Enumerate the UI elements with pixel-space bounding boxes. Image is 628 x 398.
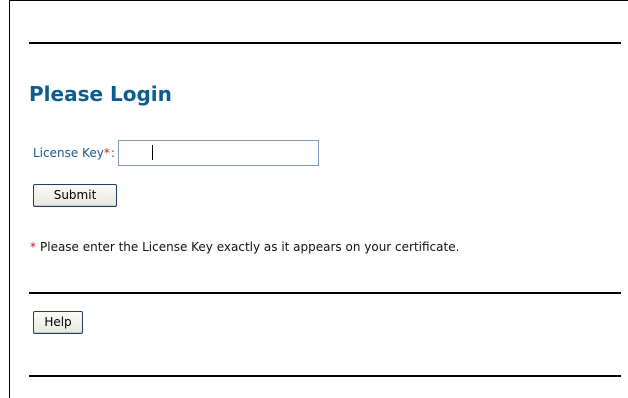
license-key-instruction: * Please enter the License Key exactly as… <box>30 240 459 255</box>
text-caret <box>152 145 153 160</box>
label-colon: : <box>110 146 115 160</box>
bottom-divider <box>29 375 621 377</box>
footnote-text: Please enter the License Key exactly as … <box>40 240 460 254</box>
license-key-row: License Key*: <box>33 139 319 167</box>
license-key-label-text: License Key <box>33 146 104 160</box>
required-marker: * <box>103 146 110 160</box>
page-title: Please Login <box>29 82 172 106</box>
license-key-input[interactable] <box>117 140 319 166</box>
middle-divider <box>29 292 621 294</box>
license-key-label: License Key*: <box>33 146 118 160</box>
submit-button[interactable]: Submit <box>33 184 117 207</box>
top-divider <box>29 42 621 44</box>
footnote-marker: * <box>30 240 36 254</box>
help-button[interactable]: Help <box>33 311 83 334</box>
login-page: Please Login License Key*: Submit * Pleas… <box>0 0 628 398</box>
